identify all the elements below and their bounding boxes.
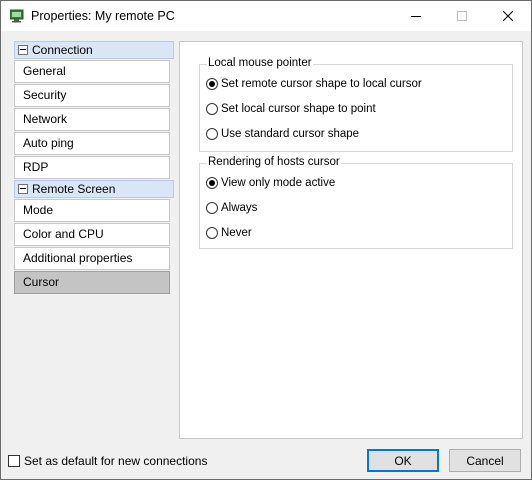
ok-button[interactable]: OK bbox=[367, 449, 439, 472]
group-label: Rendering of hosts cursor bbox=[207, 156, 341, 168]
radio-button[interactable] bbox=[206, 177, 218, 189]
remote-pc-icon bbox=[10, 9, 24, 23]
radio-option[interactable]: Set remote cursor shape to local cursor bbox=[206, 78, 422, 90]
sidebar-item-general[interactable]: General bbox=[14, 60, 170, 83]
section-label: Remote Screen bbox=[32, 182, 116, 196]
set-default-label[interactable]: Set as default for new connections bbox=[24, 454, 207, 468]
radio-label[interactable]: Set remote cursor shape to local cursor bbox=[221, 78, 422, 90]
sidebar-item-cursor[interactable]: Cursor bbox=[14, 271, 170, 294]
collapse-icon[interactable] bbox=[18, 45, 28, 55]
radio-option[interactable]: Set local cursor shape to point bbox=[206, 103, 376, 115]
maximize-button[interactable] bbox=[439, 1, 485, 31]
minimize-button[interactable] bbox=[393, 1, 439, 31]
radio-option[interactable]: Use standard cursor shape bbox=[206, 128, 359, 140]
minimize-icon bbox=[411, 16, 421, 17]
window-title: Properties: My remote PC bbox=[31, 9, 175, 23]
radio-option[interactable]: View only mode active bbox=[206, 177, 335, 189]
title-bar[interactable]: Properties: My remote PC bbox=[1, 1, 531, 31]
local-mouse-pointer-group: Local mouse pointer Set remote cursor sh… bbox=[199, 57, 513, 152]
sidebar-item-auto-ping[interactable]: Auto ping bbox=[14, 132, 170, 155]
sidebar-item-color-and-cpu[interactable]: Color and CPU bbox=[14, 223, 170, 246]
set-default-option[interactable]: Set as default for new connections bbox=[8, 454, 207, 468]
collapse-icon[interactable] bbox=[18, 184, 28, 194]
radio-button[interactable] bbox=[206, 78, 218, 90]
radio-button[interactable] bbox=[206, 128, 218, 140]
radio-option[interactable]: Never bbox=[206, 227, 252, 239]
section-connection[interactable]: Connection bbox=[14, 41, 174, 59]
radio-label[interactable]: View only mode active bbox=[221, 177, 335, 189]
radio-label[interactable]: Use standard cursor shape bbox=[221, 128, 359, 140]
radio-label[interactable]: Set local cursor shape to point bbox=[221, 103, 376, 115]
radio-button[interactable] bbox=[206, 202, 218, 214]
sidebar-item-network[interactable]: Network bbox=[14, 108, 170, 131]
cursor-settings-panel: Local mouse pointer Set remote cursor sh… bbox=[179, 41, 523, 439]
sidebar-item-mode[interactable]: Mode bbox=[14, 199, 170, 222]
maximize-icon bbox=[457, 11, 467, 21]
rendering-hosts-cursor-group: Rendering of hosts cursor View only mode… bbox=[199, 156, 513, 249]
sidebar-item-additional-properties[interactable]: Additional properties bbox=[14, 247, 170, 270]
sidebar-item-security[interactable]: Security bbox=[14, 84, 170, 107]
properties-window: Properties: My remote PC Connection Gene… bbox=[0, 0, 532, 480]
set-default-checkbox[interactable] bbox=[8, 455, 20, 467]
radio-button[interactable] bbox=[206, 103, 218, 115]
radio-button[interactable] bbox=[206, 227, 218, 239]
cancel-button[interactable]: Cancel bbox=[449, 449, 521, 472]
close-button[interactable] bbox=[485, 1, 531, 31]
sidebar-item-rdp[interactable]: RDP bbox=[14, 156, 170, 179]
group-label: Local mouse pointer bbox=[207, 57, 313, 69]
radio-label[interactable]: Always bbox=[221, 202, 257, 214]
section-label: Connection bbox=[32, 43, 93, 57]
radio-label[interactable]: Never bbox=[221, 227, 252, 239]
close-icon bbox=[503, 11, 513, 21]
radio-option[interactable]: Always bbox=[206, 202, 257, 214]
section-remote-screen[interactable]: Remote Screen bbox=[14, 180, 174, 198]
